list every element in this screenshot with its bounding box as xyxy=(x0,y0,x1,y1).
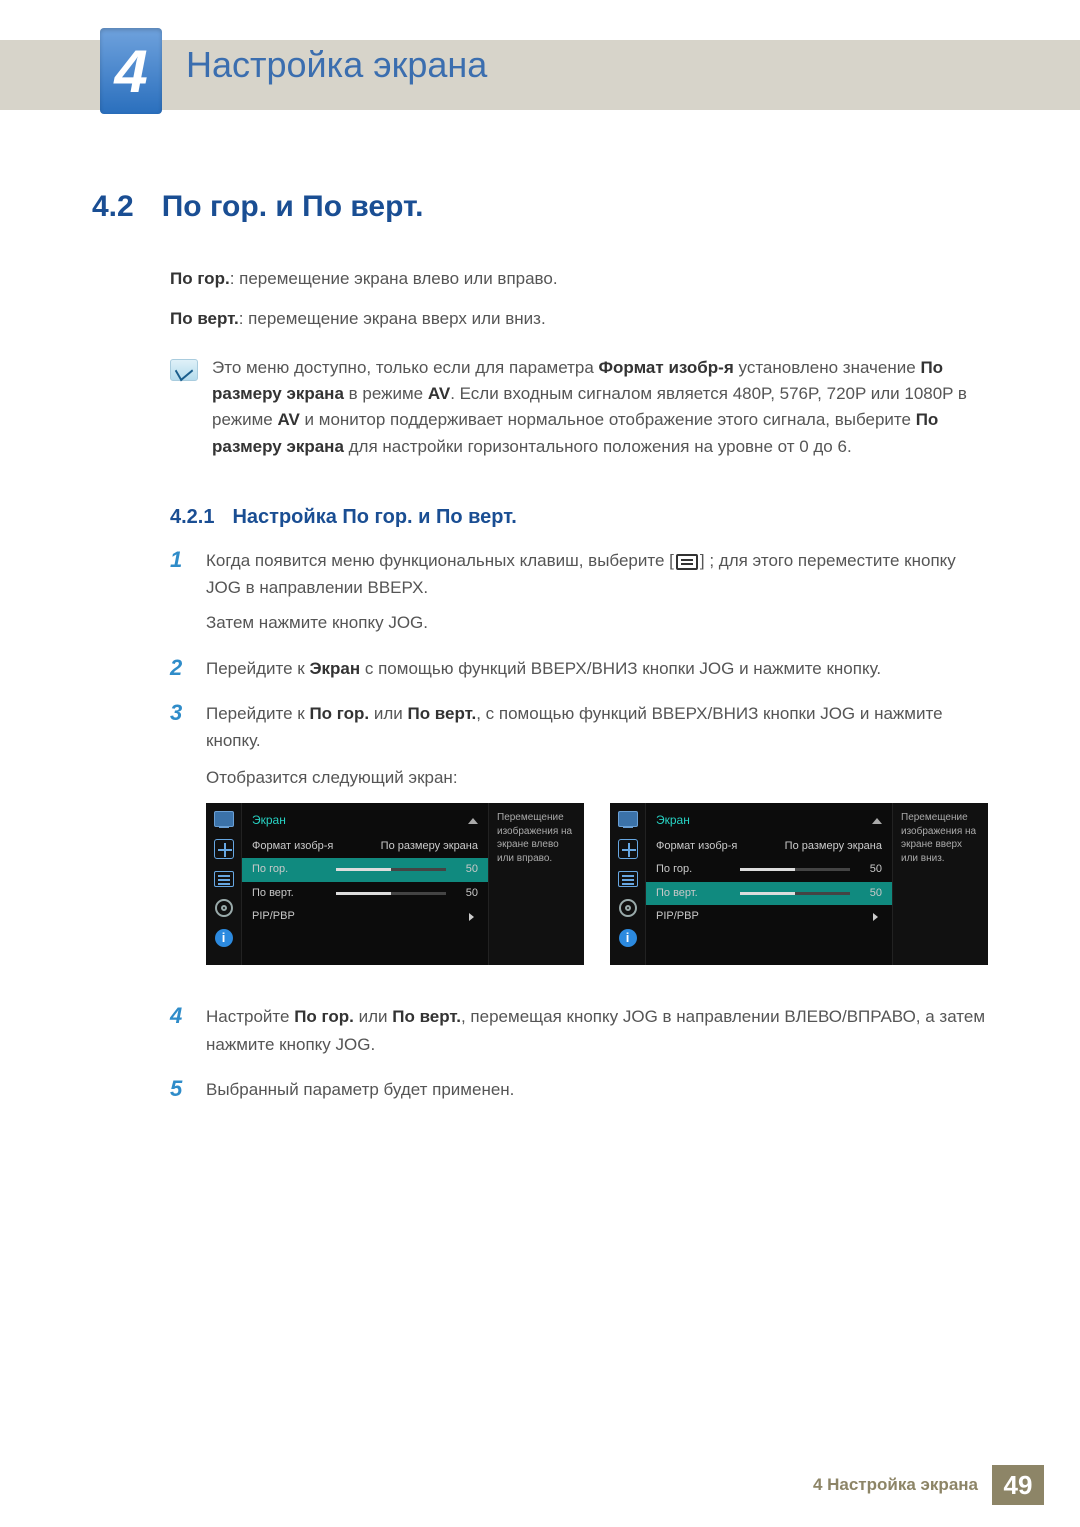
osd-row-label: PIP/PBP xyxy=(252,908,295,926)
step-number: 1 xyxy=(170,547,190,637)
step-3-text: Перейдите к По гор. или По верт., с помо… xyxy=(206,700,988,986)
list-icon xyxy=(618,871,638,887)
osd-row-label: PIP/PBP xyxy=(656,908,699,926)
section-number: 4.2 xyxy=(92,190,134,224)
note-text: Это меню доступно, только если для парам… xyxy=(212,355,988,460)
chapter-number-badge: 4 xyxy=(100,28,162,114)
list-icon xyxy=(214,871,234,887)
osd-value: 50 xyxy=(856,885,882,903)
osd-sidebar: i xyxy=(206,803,242,965)
up-arrow-icon xyxy=(468,818,478,824)
step-5-text: Выбранный параметр будет применен. xyxy=(206,1076,988,1103)
osd-value: 50 xyxy=(452,861,478,879)
osd-description: Перемещение изображения на экране вверх … xyxy=(892,803,988,965)
osd-row-label: Формат изобр-я xyxy=(656,838,737,856)
osd-sidebar: i xyxy=(610,803,646,965)
gear-icon xyxy=(215,899,233,917)
hpos-desc: По гор.: перемещение экрана влево или вп… xyxy=(170,266,988,292)
step-4-text: Настройте По гор. или По верт., перемеща… xyxy=(206,1003,988,1057)
note-block: Это меню доступно, только если для парам… xyxy=(170,355,988,474)
osd-row-label: Формат изобр-я xyxy=(252,838,333,856)
page-footer: 4 Настройка экрана 49 xyxy=(0,1465,1080,1505)
step-1-text: Когда появится меню функциональных клави… xyxy=(206,547,988,637)
step-number: 4 xyxy=(170,1003,190,1057)
osd-row-value: По размеру экрана xyxy=(381,838,478,856)
osd-row-label: По гор. xyxy=(656,861,692,879)
screen-icon xyxy=(214,811,234,827)
step-number: 5 xyxy=(170,1076,190,1103)
chevron-right-icon xyxy=(873,913,878,921)
position-icon xyxy=(618,839,638,859)
osd-description: Перемещение изображения на экране влево … xyxy=(488,803,584,965)
subsection-heading: 4.2.1Настройка По гор. и По верт. xyxy=(170,506,988,529)
osd-value: 50 xyxy=(856,861,882,879)
section-title: По гор. и По верт. xyxy=(162,190,424,224)
up-arrow-icon xyxy=(872,818,882,824)
chevron-right-icon xyxy=(469,913,474,921)
screen-icon xyxy=(618,811,638,827)
position-icon xyxy=(214,839,234,859)
info-icon: i xyxy=(619,929,637,947)
osd-row-label: По гор. xyxy=(252,861,288,879)
osd-row-label: По верт. xyxy=(656,885,698,903)
page-number: 49 xyxy=(992,1465,1044,1505)
osd-row-value: По размеру экрана xyxy=(785,838,882,856)
note-icon xyxy=(170,359,198,381)
info-icon: i xyxy=(215,929,233,947)
osd-row-label: По верт. xyxy=(252,885,294,903)
footer-chapter-label: 4 Настройка экрана xyxy=(813,1475,978,1495)
header-band xyxy=(0,40,1080,110)
osd-screenshot-hpos: i Экран Формат изобр-яПо размеру экрана … xyxy=(206,803,584,965)
osd-title: Экран xyxy=(656,811,690,830)
menu-icon xyxy=(676,554,698,570)
chapter-title: Настройка экрана xyxy=(186,44,487,86)
osd-title: Экран xyxy=(252,811,286,830)
vpos-desc: По верт.: перемещение экрана вверх или в… xyxy=(170,306,988,332)
step-2-text: Перейдите к Экран с помощью функций ВВЕР… xyxy=(206,655,988,682)
gear-icon xyxy=(619,899,637,917)
step-number: 3 xyxy=(170,700,190,986)
osd-value: 50 xyxy=(452,885,478,903)
step-number: 2 xyxy=(170,655,190,682)
osd-screenshot-vpos: i Экран Формат изобр-яПо размеру экрана … xyxy=(610,803,988,965)
